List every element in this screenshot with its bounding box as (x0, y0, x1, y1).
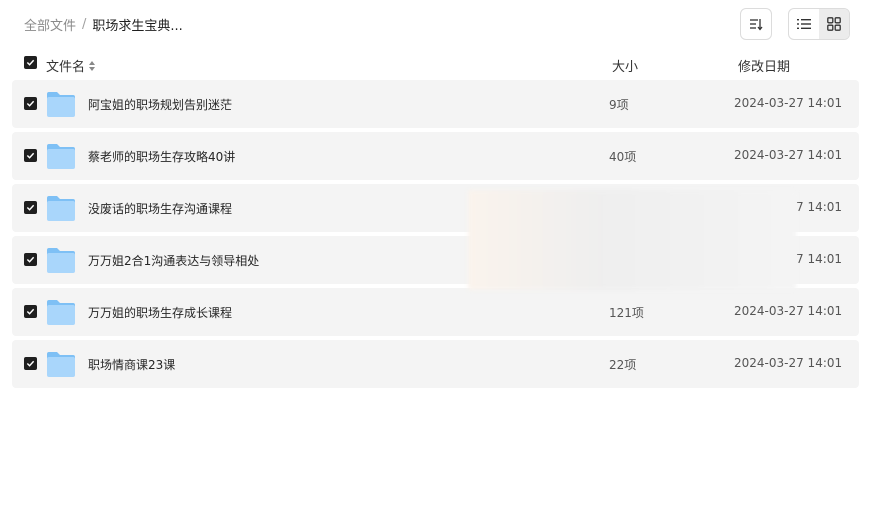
row-checkbox[interactable] (24, 253, 37, 266)
folder-icon (47, 196, 75, 221)
file-size: 22项 (609, 358, 637, 372)
sort-icon (750, 19, 763, 31)
column-header-name[interactable]: 文件名 (46, 56, 96, 75)
select-all-checkbox[interactable] (24, 56, 37, 69)
row-checkbox[interactable] (24, 305, 37, 318)
list-view-icon (797, 19, 811, 29)
file-size: 40项 (609, 150, 637, 164)
file-date: 2024-03-27 14:01 (734, 148, 843, 162)
sort-button[interactable] (740, 8, 772, 40)
check-icon (26, 100, 35, 107)
check-icon (26, 152, 35, 159)
file-date: 7 14:01 (796, 252, 843, 266)
folder-icon (47, 352, 75, 377)
top-bar: 全部文件 / 职场求生宝典... (0, 0, 874, 48)
breadcrumb-current: 职场求生宝典... (92, 19, 183, 34)
check-icon (26, 59, 35, 66)
breadcrumb: 全部文件 / 职场求生宝典... (24, 15, 183, 34)
row-checkbox[interactable] (24, 149, 37, 162)
breadcrumb-separator: / (82, 17, 87, 32)
folder-icon (47, 144, 75, 169)
file-size: 9项 (609, 98, 629, 112)
file-date: 7 14:01 (796, 200, 843, 214)
folder-icon (47, 248, 75, 273)
list-item[interactable]: 职场情商课23课 22项 2024-03-27 14:01 (12, 340, 859, 388)
check-icon (26, 308, 35, 315)
file-date: 2024-03-27 14:01 (734, 304, 843, 318)
breadcrumb-root-link[interactable]: 全部文件 (24, 15, 76, 34)
check-icon (26, 256, 35, 263)
folder-icon (47, 92, 75, 117)
grid-view-button[interactable] (819, 9, 849, 39)
list-item[interactable]: 阿宝姐的职场规划告别迷茫 9项 2024-03-27 14:01 (12, 80, 859, 128)
file-name: 万万姐的职场生存成长课程 (88, 306, 233, 320)
file-name: 阿宝姐的职场规划告别迷茫 (88, 98, 233, 112)
column-header-name-label: 文件名 (46, 60, 86, 75)
check-icon (26, 360, 35, 367)
row-checkbox[interactable] (24, 357, 37, 370)
file-size: 121项 (609, 306, 644, 320)
row-checkbox[interactable] (24, 201, 37, 214)
file-name: 没废话的职场生存沟通课程 (88, 202, 233, 216)
list-item[interactable]: 蔡老师的职场生存攻略40讲 40项 2024-03-27 14:01 (12, 132, 859, 180)
file-date: 2024-03-27 14:01 (734, 356, 843, 370)
folder-icon (47, 300, 75, 325)
redaction-overlay (468, 190, 796, 290)
file-date: 2024-03-27 14:01 (734, 96, 843, 110)
check-icon (26, 204, 35, 211)
row-checkbox[interactable] (24, 97, 37, 110)
list-view-button[interactable] (789, 9, 819, 39)
view-toggle (788, 8, 850, 40)
file-name: 万万姐2合1沟通表达与领导相处 (88, 254, 260, 268)
grid-view-icon (827, 17, 841, 31)
column-header-size[interactable]: 大小 (612, 56, 638, 75)
sort-caret-icon (89, 60, 96, 72)
file-name: 蔡老师的职场生存攻略40讲 (88, 150, 236, 164)
table-header: 文件名 大小 修改日期 (12, 52, 859, 76)
file-name: 职场情商课23课 (88, 358, 176, 372)
list-item[interactable]: 万万姐的职场生存成长课程 121项 2024-03-27 14:01 (12, 288, 859, 336)
column-header-date[interactable]: 修改日期 (738, 56, 790, 75)
